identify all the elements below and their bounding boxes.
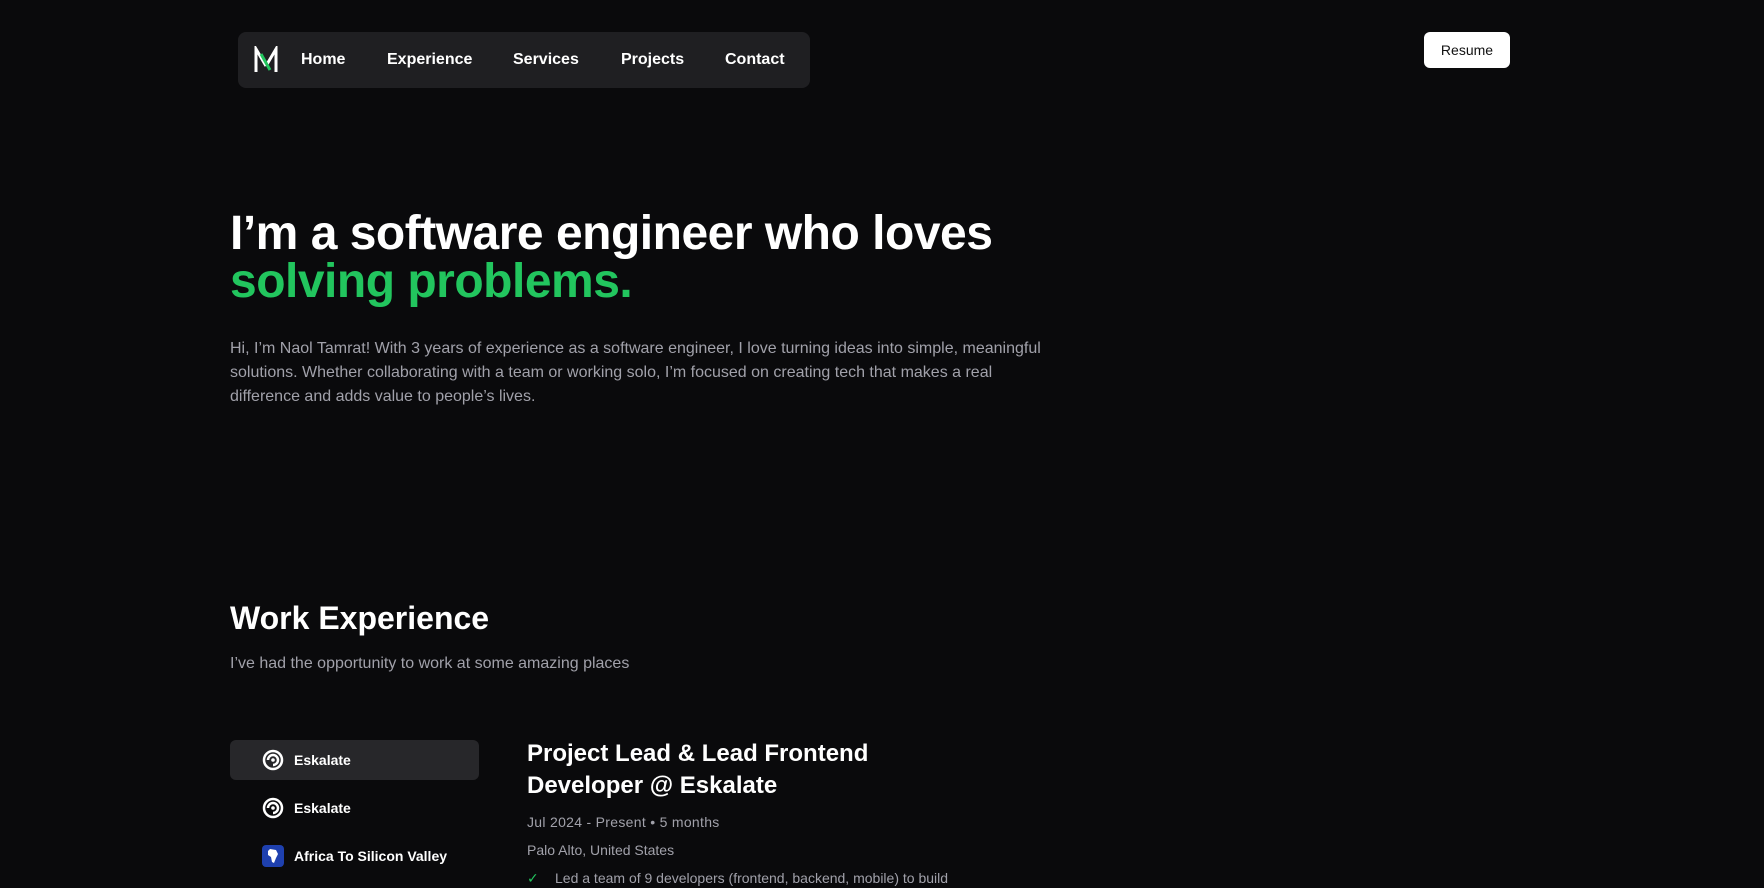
africa-icon	[262, 845, 284, 867]
check-icon: ✓	[527, 870, 539, 886]
nav-contact[interactable]: Contact	[725, 32, 785, 88]
company-name: Eskalate	[294, 752, 351, 768]
job-bullet-text: Led a team of 9 developers (frontend, ba…	[555, 870, 949, 886]
job-bullet: ✓ Led a team of 9 developers (frontend, …	[527, 868, 948, 888]
hero-title-line1: I’m a software engineer who loves	[230, 207, 993, 260]
job-title: Project Lead & Lead Frontend Developer @…	[527, 740, 869, 799]
resume-button[interactable]: Resume	[1424, 32, 1510, 68]
hero-title: I’m a software engineer who loves solvin…	[230, 207, 993, 308]
company-list: Eskalate Eskalate Africa To Silicon Vall…	[230, 740, 479, 884]
eskalate-icon	[262, 797, 284, 819]
job-location: Palo Alto, United States	[527, 842, 675, 858]
experience-title: Work Experience	[230, 600, 490, 636]
company-name: Eskalate	[294, 800, 351, 816]
nav-projects[interactable]: Projects	[621, 32, 684, 88]
eskalate-icon	[262, 749, 284, 771]
nav-services[interactable]: Services	[513, 32, 579, 88]
company-tab-eskalate-2[interactable]: Eskalate	[230, 788, 479, 828]
nav-experience[interactable]: Experience	[387, 32, 472, 88]
nav-home[interactable]: Home	[301, 32, 345, 88]
job-dates: Jul 2024 - Present • 5 months	[527, 814, 720, 830]
hero-description: Hi, I’m Naol Tamrat! With 3 years of exp…	[230, 340, 1041, 405]
experience-subtitle: I’ve had the opportunity to work at some…	[230, 655, 630, 672]
logo-n-icon[interactable]	[252, 46, 280, 74]
company-tab-eskalate[interactable]: Eskalate	[230, 740, 479, 780]
main-nav: Home Experience Services Projects Contac…	[238, 32, 810, 88]
hero-title-accent: solving problems.	[230, 255, 633, 308]
company-name: Africa To Silicon Valley	[294, 848, 448, 864]
company-tab-africa-to-silicon-valley[interactable]: Africa To Silicon Valley	[230, 836, 479, 876]
